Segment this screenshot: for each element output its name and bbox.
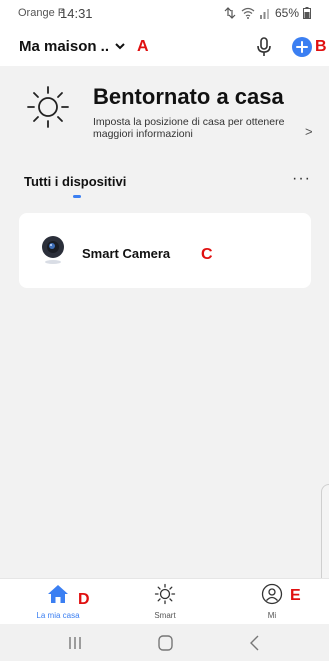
annotation-c: C	[201, 246, 213, 263]
device-name: Smart Camera	[82, 246, 171, 261]
app-header: Ma maison .. A B	[0, 28, 329, 66]
battery-percent: 65%	[274, 6, 299, 20]
tab-smart[interactable]: Smart	[125, 583, 205, 623]
microphone-icon	[257, 37, 271, 56]
tab-label-me: Mi	[267, 611, 277, 620]
annotation-b: B	[315, 38, 327, 55]
back-button[interactable]	[240, 632, 270, 654]
recents-icon	[69, 637, 81, 649]
home-selector[interactable]: Ma maison ..	[19, 38, 125, 55]
annotation-a: A	[137, 38, 149, 55]
back-chevron-icon	[250, 635, 259, 651]
battery-icon	[303, 7, 311, 19]
camera-icon	[42, 236, 64, 264]
carrier-label: Orange F	[18, 7, 65, 19]
bottom-tab-bar: La mia casa D Smart Mi E	[0, 578, 329, 625]
home-nav-button[interactable]	[150, 632, 180, 654]
signal-icon	[259, 9, 269, 19]
recent-apps-button[interactable]	[60, 632, 90, 654]
chevron-right-icon: >	[305, 124, 313, 139]
user-icon	[261, 583, 283, 605]
section-title-all-devices[interactable]: Tutti i dispositivi	[24, 174, 126, 189]
welcome-title: Bentornato a casa	[93, 84, 284, 109]
clock: 14:31	[60, 6, 93, 21]
tab-label-smart: Smart	[154, 611, 176, 620]
welcome-subtitle: Imposta la posizione di casa per ottener…	[93, 116, 285, 140]
section-tab-indicator	[73, 195, 81, 198]
status-bar: Orange F 14:31 65%	[0, 0, 329, 28]
sync-icon	[224, 7, 236, 19]
chevron-down-icon	[115, 43, 125, 50]
voice-button[interactable]	[254, 36, 274, 58]
sun-icon	[154, 583, 176, 605]
more-options-button[interactable]: ···	[292, 170, 311, 188]
status-icons: 65%	[223, 6, 311, 20]
add-device-button[interactable]	[292, 37, 312, 57]
home-square-icon	[158, 635, 173, 651]
wifi-icon	[241, 7, 255, 19]
welcome-banner[interactable]: Bentornato a casa Imposta la posizione d…	[0, 66, 329, 158]
sun-icon	[27, 86, 69, 128]
annotation-d: D	[78, 591, 90, 608]
system-nav-bar	[0, 624, 329, 661]
home-icon	[48, 585, 68, 603]
tab-label-home: La mia casa	[36, 611, 80, 620]
home-name: Ma maison ..	[19, 38, 110, 55]
annotation-e: E	[290, 587, 301, 604]
device-card-smart-camera[interactable]: Smart Camera C	[19, 213, 311, 288]
